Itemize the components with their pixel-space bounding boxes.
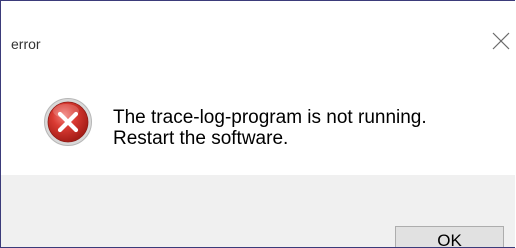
error-dialog: error The trace-log-program is not runni… xyxy=(0,0,515,248)
error-message: The trace-log-program is not running. Re… xyxy=(113,107,427,149)
close-button[interactable] xyxy=(487,27,515,55)
close-icon xyxy=(492,32,510,50)
dialog-title: error xyxy=(11,36,41,52)
title-bar: error xyxy=(1,1,515,69)
dialog-content: The trace-log-program is not running. Re… xyxy=(1,69,515,175)
ok-button[interactable]: OK xyxy=(395,226,504,247)
dialog-footer: OK xyxy=(1,175,515,247)
message-line-2: Restart the software. xyxy=(113,128,289,149)
message-line-1: The trace-log-program is not running. xyxy=(113,107,427,128)
error-icon xyxy=(44,98,92,146)
